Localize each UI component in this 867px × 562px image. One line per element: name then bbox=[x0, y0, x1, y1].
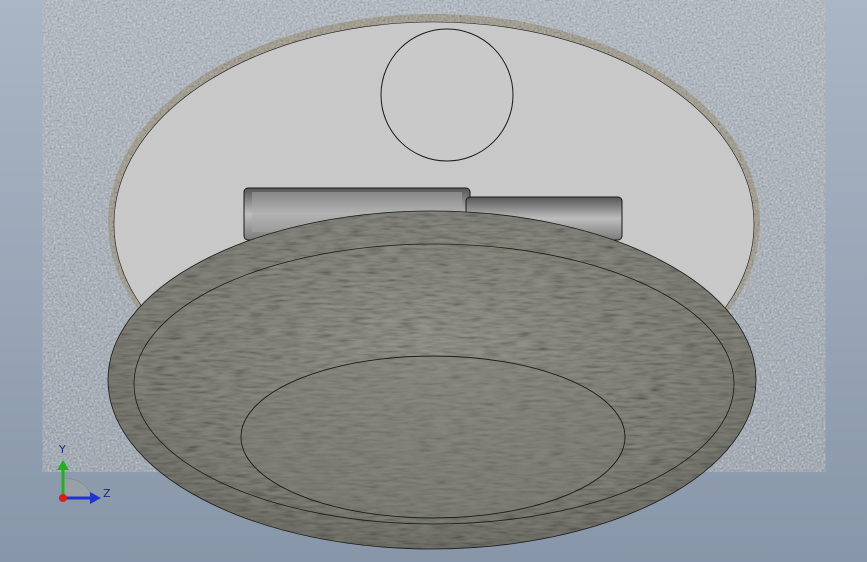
cap-top-face[interactable] bbox=[240, 355, 626, 519]
cad-model-scene[interactable] bbox=[0, 0, 867, 562]
triad-z-label: Z bbox=[103, 487, 111, 500]
triad-xy-plane-icon bbox=[62, 477, 92, 498]
triad-y-arrow-icon bbox=[57, 460, 69, 470]
housing-hole[interactable] bbox=[380, 28, 514, 162]
triad-z-arrow-icon bbox=[90, 492, 101, 504]
3d-graphics-viewport[interactable]: Y Z bbox=[0, 0, 867, 562]
triad-origin bbox=[59, 494, 67, 502]
triad-y-label: Y bbox=[59, 443, 66, 456]
reference-triad bbox=[57, 460, 101, 504]
